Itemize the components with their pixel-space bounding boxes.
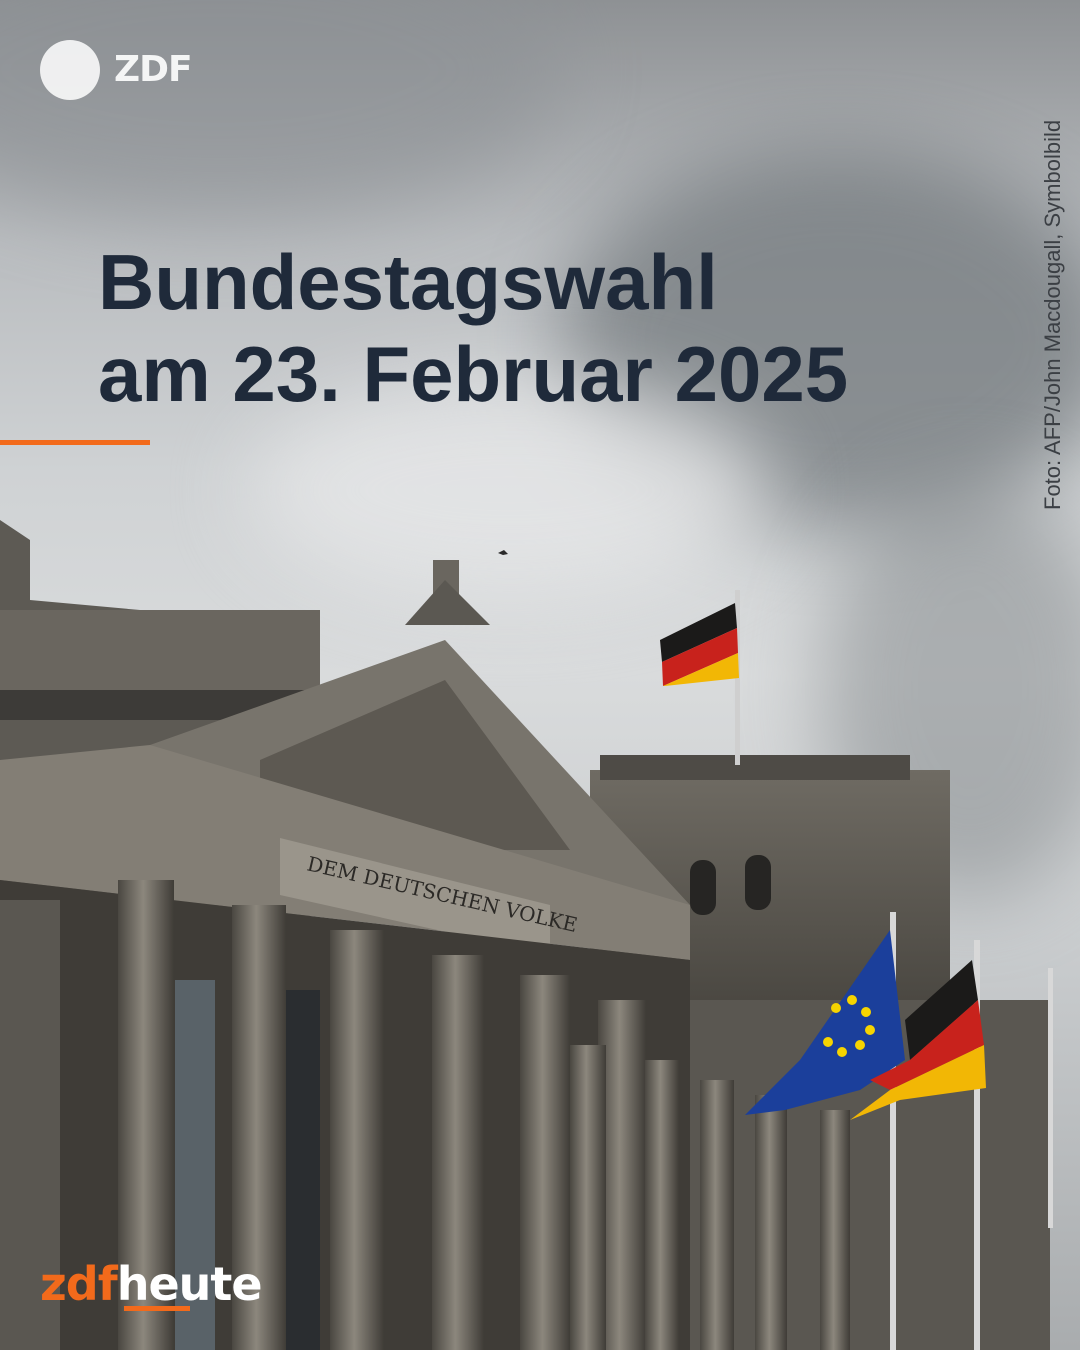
reichstag-building-illustration: DEM DEUTSCHEN VOLKE [0,520,1053,1350]
background-photo-reichstag: DEM DEUTSCHEN VOLKE [0,0,1080,1350]
headline-line-1: Bundestagswahl [98,238,718,326]
zdfheute-logo-zdf: zdf [40,1257,118,1311]
accent-divider [0,440,150,445]
zdf-logo: ZDF [40,40,193,102]
headline: Bundestagswahl am 23. Februar 2025 [98,236,958,420]
photo-credit: Foto: AFP/John Macdougall, Symbolbild [1040,119,1065,510]
zdf-logo-circle [40,40,100,100]
zdfheute-logo: zdfheute [40,1257,263,1311]
zdf-logo-text: ZDF [114,49,193,90]
zdfheute-logo-underline [124,1306,190,1311]
zdfheute-logo-heute: heute [116,1257,263,1311]
headline-line-2: am 23. Februar 2025 [98,330,849,418]
